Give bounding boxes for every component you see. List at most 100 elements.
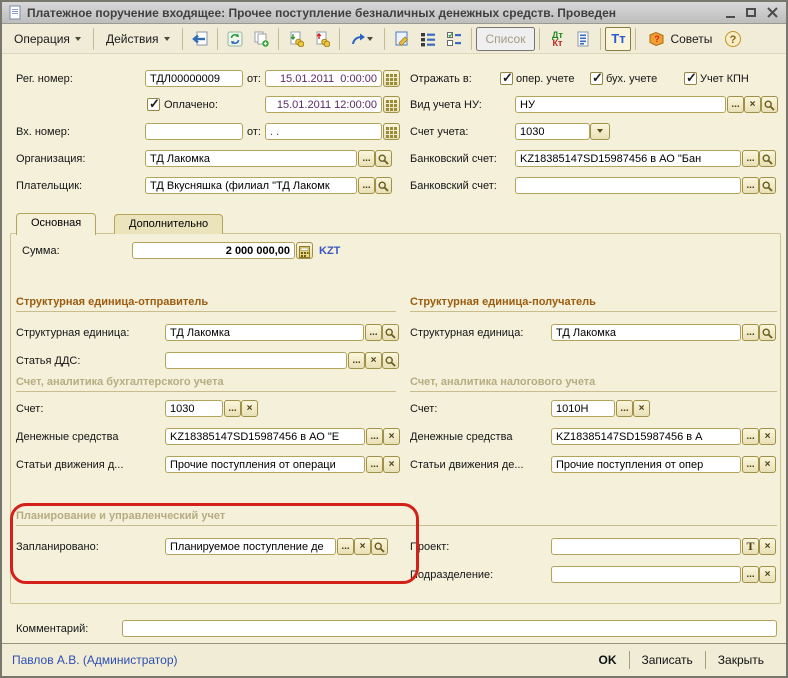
oper-uchet-checkbox[interactable] [500, 72, 513, 85]
nu-type-field[interactable]: НУ [515, 96, 726, 113]
chevron-down-icon [367, 37, 373, 44]
account-type-combo[interactable]: 1030 [515, 123, 590, 140]
organization-field[interactable]: ТД Лакомка [145, 150, 357, 167]
calendar-button[interactable] [383, 123, 400, 140]
checkbox-list-button[interactable] [441, 27, 467, 51]
reg-from-label: от: [247, 73, 261, 85]
document-report-button[interactable] [570, 27, 596, 51]
calendar-button[interactable] [383, 96, 400, 113]
reread-icon [191, 31, 208, 47]
document-icon [8, 5, 22, 21]
oper-uchet-label: опер. учете [516, 73, 574, 85]
edit-document-button[interactable] [389, 27, 415, 51]
footer-bar: Павлов А.В. (Администратор) OK Записать … [2, 643, 786, 676]
reg-date-field[interactable]: 15.01.2011 0:00:00 [265, 70, 382, 87]
question-mark-icon: ? [655, 34, 661, 44]
goto-icon [351, 31, 367, 47]
calendar-icon [386, 127, 397, 138]
help-icon: ? [724, 30, 742, 48]
tips-book-icon: ? [648, 31, 665, 47]
tips-label: Советы [670, 32, 712, 46]
operation-menu-button[interactable]: Операция [6, 28, 89, 50]
goto-button[interactable] [344, 27, 380, 51]
magnifier-icon [762, 181, 773, 192]
ok-button[interactable]: OK [587, 649, 629, 671]
svg-text:?: ? [730, 34, 737, 46]
refresh-button[interactable] [222, 27, 248, 51]
comment-field[interactable] [122, 620, 777, 637]
main-toolbar: Операция Действия [2, 24, 786, 54]
dtkt-icon: Дт Кт [552, 31, 563, 47]
minimize-button[interactable] [722, 6, 738, 20]
toolbar-separator [278, 28, 279, 50]
unpost-document-icon [314, 31, 330, 47]
toolbar-separator [339, 28, 340, 50]
magnifier-icon [378, 154, 389, 165]
magnifier-icon [378, 181, 389, 192]
tab-panel [10, 233, 781, 604]
save-button[interactable]: Записать [630, 649, 705, 671]
buh-uchet-checkbox[interactable] [590, 72, 603, 85]
lookup-button[interactable] [375, 177, 392, 194]
lookup-button[interactable] [761, 96, 778, 113]
reg-number-label: Рег. номер: [16, 73, 73, 85]
payment-order-window: Платежное поручение входящее: Прочее пос… [0, 0, 788, 678]
tab-extra[interactable]: Дополнительно [114, 214, 223, 234]
calendar-icon [386, 74, 397, 85]
help-button[interactable]: ? [720, 27, 746, 51]
reg-number-field[interactable]: ТДЛ00000009 [145, 70, 243, 87]
post-document-icon [288, 31, 304, 47]
types-button[interactable]: Тт [605, 27, 631, 51]
toolbar-separator [539, 28, 540, 50]
list-button[interactable]: Список [476, 27, 536, 51]
paid-label: Оплачено: [164, 99, 218, 111]
bank-account1-field[interactable]: KZ18385147SD15987456 в АО "Бан [515, 150, 741, 167]
copy-document-button[interactable] [248, 27, 274, 51]
kpn-uchet-checkbox[interactable] [684, 72, 697, 85]
close-window-button[interactable]: Закрыть [706, 649, 776, 671]
calendar-icon [386, 100, 397, 111]
reread-document-button[interactable] [187, 27, 213, 51]
lookup-button[interactable] [759, 177, 776, 194]
unpost-document-button[interactable] [309, 27, 335, 51]
toolbar-separator [635, 28, 636, 50]
current-user-label: Павлов А.В. (Администратор) [12, 653, 178, 667]
select-button[interactable]: ... [358, 150, 375, 167]
select-button[interactable]: ... [358, 177, 375, 194]
paid-checkbox[interactable] [147, 98, 160, 111]
dtkt-button[interactable]: Дт Кт [544, 27, 570, 51]
incoming-number-field[interactable] [145, 123, 243, 140]
tips-button[interactable]: ? Советы [640, 27, 720, 51]
post-document-button[interactable] [283, 27, 309, 51]
clear-button[interactable]: × [744, 96, 761, 113]
bank-account2-field[interactable] [515, 177, 741, 194]
incoming-date-field[interactable]: . . [265, 123, 382, 140]
list-rows-button[interactable] [415, 27, 441, 51]
kpn-uchet-label: Учет КПН [700, 73, 749, 85]
tab-main[interactable]: Основная [16, 213, 96, 235]
lookup-button[interactable] [375, 150, 392, 167]
bank-account1-label: Банковский счет: [410, 153, 497, 165]
select-button[interactable]: ... [727, 96, 744, 113]
payer-label: Плательщик: [16, 180, 82, 192]
toolbar-separator [471, 28, 472, 50]
close-button[interactable] [764, 6, 780, 20]
refresh-icon [227, 31, 243, 47]
close-icon [767, 7, 778, 18]
paid-date-field[interactable]: 15.01.2011 12:00:00 [265, 96, 382, 113]
lookup-button[interactable] [759, 150, 776, 167]
select-button[interactable]: ... [742, 177, 759, 194]
calendar-button[interactable] [383, 70, 400, 87]
actions-menu-label: Действия [106, 32, 159, 46]
checkbox-list-icon [446, 31, 462, 47]
combo-dropdown-button[interactable] [590, 123, 610, 140]
toolbar-separator [182, 28, 183, 50]
actions-menu-button[interactable]: Действия [98, 28, 178, 50]
account-type-label: Счет учета: [410, 126, 468, 138]
toolbar-separator [93, 28, 94, 50]
maximize-button[interactable] [743, 6, 759, 20]
incoming-from-label: от: [247, 126, 261, 138]
payer-field[interactable]: ТД Вкусняшка (филиал "ТД Лакомк [145, 177, 357, 194]
select-button[interactable]: ... [742, 150, 759, 167]
toolbar-separator [384, 28, 385, 50]
